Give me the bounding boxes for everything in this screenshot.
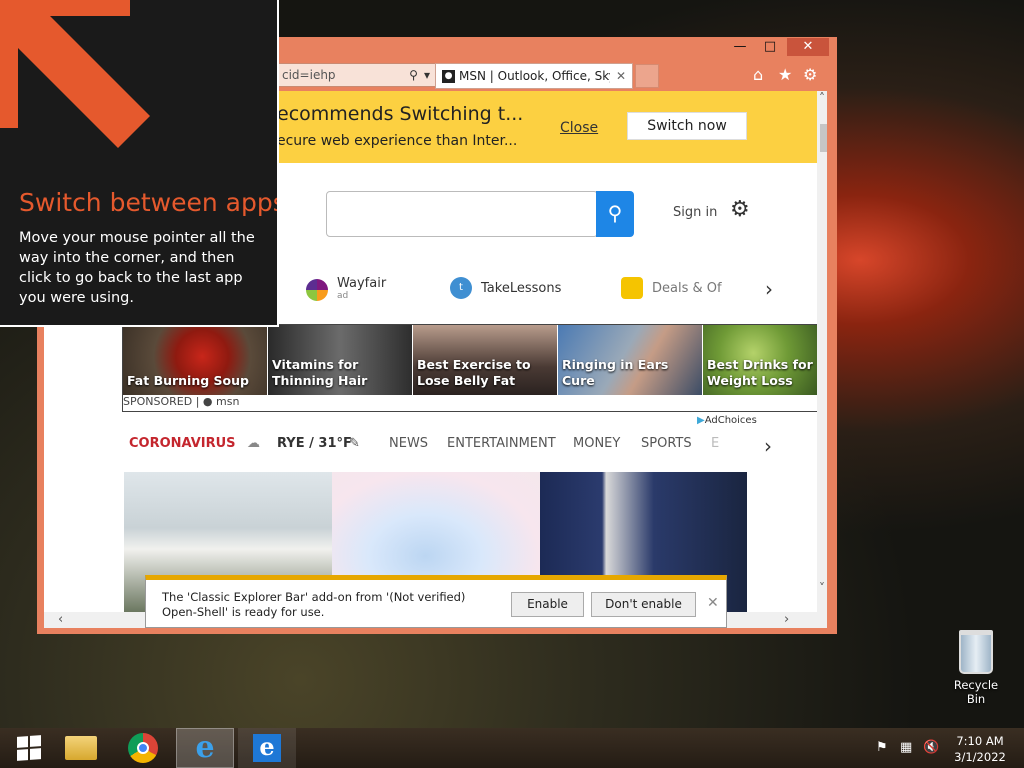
notification-text: The 'Classic Explorer Bar' add-on from '…	[162, 590, 466, 619]
dont-enable-button[interactable]: Don't enable	[591, 592, 696, 617]
scroll-right-icon[interactable]: ›	[784, 612, 789, 627]
nav-more[interactable]: E	[711, 436, 719, 451]
clock-date: 3/1/2022	[954, 750, 1006, 764]
system-clock[interactable]: 7:10 AM 3/1/2022	[948, 733, 1012, 765]
sponsored-tile[interactable]: Best Drinks for Weight Loss	[703, 325, 827, 395]
close-icon[interactable]: ✕	[707, 595, 719, 611]
switch-apps-tip: Switch between apps Move your mouse poin…	[0, 0, 279, 327]
addon-notification-bar: The 'Classic Explorer Bar' add-on from '…	[145, 575, 727, 628]
quick-link-wayfair[interactable]: Wayfair ad	[306, 277, 386, 303]
search-icon[interactable]: ⚲	[409, 68, 418, 82]
nav-news[interactable]: NEWS	[389, 436, 428, 451]
action-center-flag-icon[interactable]: ⚑	[876, 740, 888, 755]
vertical-scrollbar[interactable]: ˄ ˅	[817, 91, 827, 628]
network-icon[interactable]: ▦	[900, 740, 912, 755]
recycle-bin-icon	[959, 630, 993, 674]
nav-money[interactable]: MONEY	[573, 436, 620, 451]
sponsored-tile[interactable]: Vitamins for Thinning Hair	[268, 325, 412, 395]
volume-muted-icon[interactable]: 🔇	[923, 740, 939, 755]
start-icon[interactable]	[0, 728, 58, 768]
adchoices-link[interactable]: ▶AdChoices	[697, 415, 757, 426]
dropdown-icon[interactable]: ▾	[424, 68, 430, 82]
gear-icon[interactable]: ⚙	[803, 65, 817, 84]
edge-banner: ecommends Switching t... ecure web exper…	[277, 91, 817, 163]
tip-title: Switch between apps	[19, 188, 279, 217]
arrow-up-left-icon	[0, 0, 150, 148]
category-nav: CORONAVIRUS ☁ RYE / 31°F ✎ NEWS ENTERTAI…	[129, 436, 789, 456]
switch-now-button[interactable]: Switch now	[627, 112, 747, 140]
scroll-left-icon[interactable]: ‹	[58, 612, 63, 627]
favorites-star-icon[interactable]: ★	[778, 65, 792, 84]
wayfair-icon	[306, 279, 328, 301]
quick-link-label: Wayfair	[337, 276, 387, 291]
nav-entertainment[interactable]: ENTERTAINMENT	[447, 436, 556, 451]
cloud-icon: ☁	[247, 436, 260, 451]
quick-link-takelessons[interactable]: t TakeLessons	[450, 277, 561, 299]
recycle-bin-label: Recycle Bin	[953, 678, 999, 706]
recycle-bin[interactable]: Recycle Bin	[943, 630, 1009, 706]
sponsored-tiles: Fat Burning Soup Vitamins for Thinning H…	[122, 324, 827, 412]
search-icon: ⚲	[607, 201, 623, 225]
taskbar: e e ⚑ ▦ 🔇 7:10 AM 3/1/2022	[0, 728, 1024, 768]
scroll-up-icon[interactable]: ˄	[819, 91, 825, 105]
search-button[interactable]: ⚲	[596, 191, 634, 237]
msn-icon: ●	[202, 395, 213, 408]
settings-gear-icon[interactable]: ⚙	[730, 197, 750, 222]
sponsored-tile[interactable]: Best Exercise to Lose Belly Fat	[413, 325, 557, 395]
close-icon[interactable]: ✕	[787, 38, 829, 56]
deals-tag-icon	[621, 277, 643, 299]
quick-link-label: TakeLessons	[481, 280, 562, 296]
banner-close-link[interactable]: Close	[560, 120, 598, 136]
chevron-right-icon[interactable]: ›	[765, 277, 773, 301]
home-icon[interactable]: ⌂	[753, 65, 763, 84]
quick-link-label: Deals & Of	[652, 280, 722, 296]
adchoices-icon: ▶	[697, 415, 705, 426]
sponsored-tile[interactable]: Fat Burning Soup	[123, 325, 267, 395]
scroll-down-icon[interactable]: ˅	[819, 581, 825, 595]
chrome-icon[interactable]	[114, 728, 172, 768]
search-input[interactable]	[326, 191, 598, 237]
sign-in-link[interactable]: Sign in	[673, 205, 717, 220]
address-text[interactable]: cid=iehp	[282, 68, 403, 82]
msn-icon: ●	[442, 69, 455, 83]
maximize-icon[interactable]: □	[756, 38, 784, 56]
ad-label: ad	[337, 291, 349, 301]
scroll-thumb[interactable]	[820, 124, 827, 152]
chevron-right-icon[interactable]: ›	[764, 434, 772, 458]
clock-time: 7:10 AM	[956, 734, 1004, 748]
tab-close-icon[interactable]: ✕	[616, 69, 626, 83]
tab-title: MSN | Outlook, Office, Sky...	[459, 69, 610, 83]
nav-coronavirus[interactable]: CORONAVIRUS	[129, 436, 236, 451]
banner-title: ecommends Switching t...	[277, 103, 524, 125]
file-explorer-icon[interactable]	[52, 728, 110, 768]
tab-msn[interactable]: ● MSN | Outlook, Office, Sky... ✕	[435, 63, 633, 89]
new-tab-button[interactable]	[635, 64, 659, 88]
quick-link-deals[interactable]: Deals & Of	[621, 277, 722, 299]
takelessons-icon: t	[450, 277, 472, 299]
nav-sports[interactable]: SPORTS	[641, 436, 692, 451]
internet-explorer-icon[interactable]: e	[176, 728, 234, 768]
edit-pencil-icon[interactable]: ✎	[349, 436, 360, 451]
minimize-icon[interactable]: —	[726, 38, 754, 56]
tip-body: Move your mouse pointer all the way into…	[19, 230, 255, 306]
banner-subtitle: ecure web experience than Inter...	[277, 133, 518, 149]
enable-button[interactable]: Enable	[511, 592, 584, 617]
internet-explorer-metro-icon[interactable]: e	[238, 728, 296, 768]
sponsored-tile[interactable]: Ringing in Ears Cure	[558, 325, 702, 395]
weather-label[interactable]: RYE / 31°F	[277, 436, 352, 451]
sponsored-label: SPONSORED | ● msn	[123, 395, 240, 408]
